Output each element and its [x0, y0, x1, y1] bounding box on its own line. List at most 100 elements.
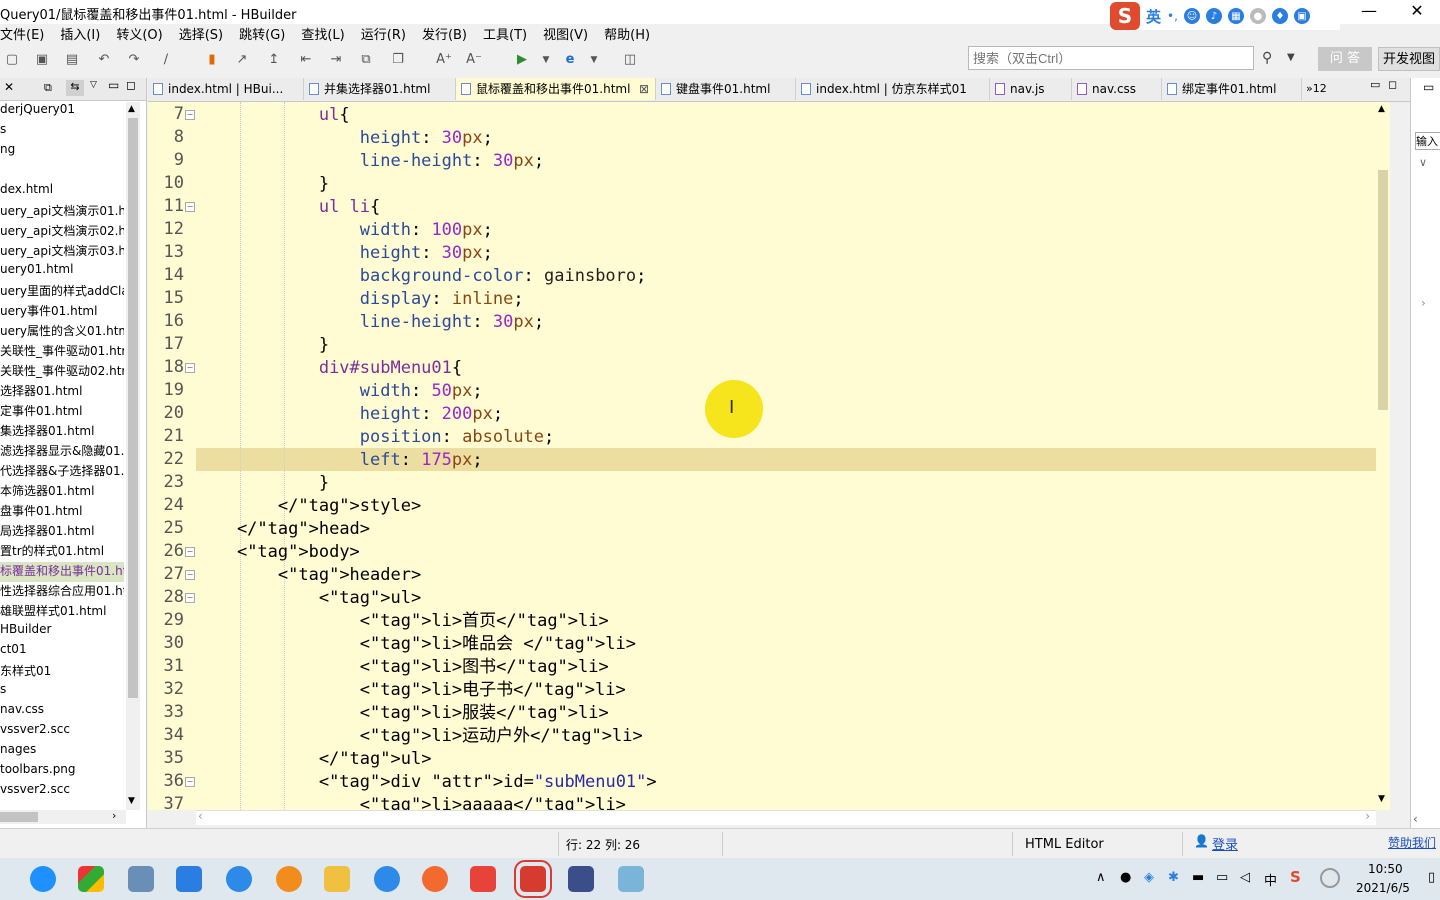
- tray-mic-icon[interactable]: ●: [1120, 870, 1131, 885]
- login-link[interactable]: 登录: [1212, 834, 1238, 853]
- tab-mouse-events[interactable]: 鼠标覆盖和移出事件01.html ⊠: [456, 78, 656, 100]
- tray-sogou-icon[interactable]: S: [1290, 868, 1301, 886]
- tray-volume-icon[interactable]: ◁: [1240, 870, 1250, 885]
- ime-lang[interactable]: 英: [1146, 6, 1161, 27]
- sidebar-item[interactable]: 雄联盟样式01.html: [0, 602, 124, 622]
- code-line[interactable]: <"tag">li>唯品会 </"tag">li>: [196, 633, 636, 656]
- keyboard-icon[interactable]: ▦: [1227, 8, 1244, 24]
- export-icon[interactable]: ↗: [234, 52, 250, 68]
- clock-date[interactable]: 2021/6/5: [1356, 881, 1410, 895]
- sidebar-item[interactable]: 滤选择器显示&隐藏01.: [0, 442, 124, 462]
- menu-help[interactable]: 帮助(H): [596, 22, 658, 44]
- toolbox-icon[interactable]: ▣: [1293, 8, 1310, 24]
- rpanel-expand-icon[interactable]: ∨: [1419, 156, 1427, 169]
- screen-tool-icon[interactable]: [128, 866, 154, 892]
- tray-expand-icon[interactable]: ∧: [1096, 870, 1106, 885]
- sidebar-item[interactable]: toolbars.png: [0, 762, 124, 782]
- menu-escape[interactable]: 转义(O): [108, 22, 170, 44]
- menu-publish[interactable]: 发行(B): [414, 22, 475, 44]
- sidebar-item[interactable]: uery里面的样式addCla: [0, 282, 124, 302]
- fold-toggle-icon[interactable]: −: [185, 363, 195, 373]
- code-line[interactable]: ul li{: [196, 196, 380, 219]
- sidebar-item[interactable]: uery_api文档演示01.ht: [0, 202, 124, 222]
- sidebar-item[interactable]: 标覆盖和移出事件01.ht: [0, 562, 124, 582]
- punct-icon[interactable]: •,: [1167, 9, 1178, 23]
- sidebar-item[interactable]: HBuilder: [0, 622, 124, 642]
- hbuilder-icon[interactable]: [514, 860, 552, 898]
- search-icon[interactable]: ⚲: [1262, 50, 1272, 66]
- collapse-all-icon[interactable]: ⧉: [44, 81, 52, 95]
- editor-hscrollbar[interactable]: ‹ ›: [196, 809, 1376, 825]
- code-line[interactable]: <"tag">li>电子书</"tag">li>: [196, 679, 626, 702]
- user-icon[interactable]: ●: [1249, 8, 1266, 24]
- scroll-up-icon[interactable]: ▲: [128, 104, 135, 114]
- copy-icon[interactable]: ❐: [390, 52, 406, 68]
- sidebar-item[interactable]: uery01.html: [0, 262, 124, 282]
- wps-icon[interactable]: [470, 866, 496, 892]
- mic-icon[interactable]: ♪: [1205, 8, 1222, 24]
- code-line[interactable]: <"tag">body>: [196, 541, 360, 564]
- scroll-down-icon[interactable]: ▼: [128, 796, 135, 806]
- browser-app-icon[interactable]: [422, 866, 448, 892]
- emoji-icon[interactable]: ☺: [1183, 8, 1200, 24]
- import-icon[interactable]: ↥: [266, 52, 282, 68]
- sidebar-item[interactable]: 关联性_事件驱动01.htm: [0, 342, 124, 362]
- ime-toolbar[interactable]: S 英 •, ☺ ♪ ▦ ● ♦ ▣: [1110, 2, 1340, 30]
- compare-icon[interactable]: ⧉: [358, 52, 374, 68]
- qa-button[interactable]: 问 答: [1318, 47, 1372, 71]
- code-line[interactable]: height: 30px;: [196, 127, 493, 150]
- rpanel-arrow-icon[interactable]: ›: [1421, 296, 1426, 310]
- browser-icon[interactable]: e: [562, 52, 578, 68]
- menu-file[interactable]: 文件(E): [0, 22, 52, 44]
- code-line[interactable]: line-height: 30px;: [196, 150, 544, 173]
- messenger-icon[interactable]: [374, 866, 400, 892]
- tab-close-icon[interactable]: ⊠: [639, 78, 649, 100]
- sidebar-item[interactable]: derjQuery01: [0, 102, 124, 122]
- menu-goto[interactable]: 跳转(G): [231, 22, 293, 44]
- skin-icon[interactable]: ♦: [1271, 8, 1288, 24]
- code-line[interactable]: <"tag">li>服装</"tag">li>: [196, 702, 609, 725]
- fold-toggle-icon[interactable]: −: [185, 202, 195, 212]
- sidebar-item[interactable]: dex.html: [0, 182, 124, 202]
- code-line[interactable]: </"tag">ul>: [196, 748, 432, 771]
- sidebar-item[interactable]: 局选择器01.html: [0, 522, 124, 542]
- editor-scroll-up-icon[interactable]: ▲: [1378, 104, 1385, 114]
- code-line[interactable]: <"tag">div "attr">id="subMenu01">: [196, 771, 657, 794]
- sidebar-item[interactable]: 本筛选器01.html: [0, 482, 124, 502]
- sidebar-item[interactable]: 性选择器综合应用01.ht: [0, 582, 124, 602]
- fold-toggle-icon[interactable]: −: [185, 570, 195, 580]
- link-editor-icon[interactable]: ⇆: [66, 80, 84, 96]
- sidebar-item[interactable]: 东样式01: [0, 662, 124, 682]
- search-tool-icon[interactable]: [276, 866, 302, 892]
- tray-shield-icon[interactable]: ◈: [1144, 870, 1154, 885]
- tray-star-icon[interactable]: ✱: [1168, 870, 1179, 885]
- sidebar-item[interactable]: nages: [0, 742, 124, 762]
- sidebar-item[interactable]: nav.css: [0, 702, 124, 722]
- menu-tools[interactable]: 工具(T): [475, 22, 535, 44]
- sidebar-item[interactable]: ct01: [0, 642, 124, 662]
- editor-scroll-thumb[interactable]: [1378, 170, 1388, 410]
- save-icon[interactable]: ▣: [34, 52, 50, 68]
- search-dropdown-icon[interactable]: ▼: [1287, 52, 1295, 63]
- code-editor[interactable]: 7−8 9 10 11−12 13 14 15 16 17 18−19 20 21 22 23 24 25 26…: [148, 102, 1376, 810]
- sidebar-item[interactable]: 集选择器01.html: [0, 422, 124, 442]
- bookmark-icon[interactable]: ▮: [204, 52, 220, 68]
- font-increase-icon[interactable]: A⁺: [436, 52, 452, 68]
- close-button[interactable]: ✕: [1394, 0, 1440, 24]
- sidebar-item[interactable]: 盘事件01.html: [0, 502, 124, 522]
- maximize-editor-icon[interactable]: ◻: [1388, 78, 1397, 91]
- redo-icon[interactable]: ↷: [126, 52, 142, 68]
- rpanel-left-icon[interactable]: ‹: [1413, 812, 1418, 826]
- code-line[interactable]: height: 30px;: [196, 242, 493, 265]
- clock-time[interactable]: 10:50: [1368, 862, 1403, 876]
- run-icon[interactable]: ▶: [514, 52, 530, 68]
- editor-scroll-down-icon[interactable]: ▼: [1378, 794, 1385, 804]
- code-line[interactable]: display: inline;: [196, 288, 524, 311]
- tab-nav-css[interactable]: nav.css: [1072, 78, 1162, 100]
- code-line[interactable]: <"tag">li>运动户外</"tag">li>: [196, 725, 643, 748]
- code-line[interactable]: width: 100px;: [196, 219, 493, 242]
- view-menu-icon[interactable]: ▽: [90, 80, 97, 90]
- notes-app-icon[interactable]: [618, 866, 644, 892]
- fold-toggle-icon[interactable]: −: [185, 777, 195, 787]
- app-color-icon[interactable]: [78, 866, 104, 892]
